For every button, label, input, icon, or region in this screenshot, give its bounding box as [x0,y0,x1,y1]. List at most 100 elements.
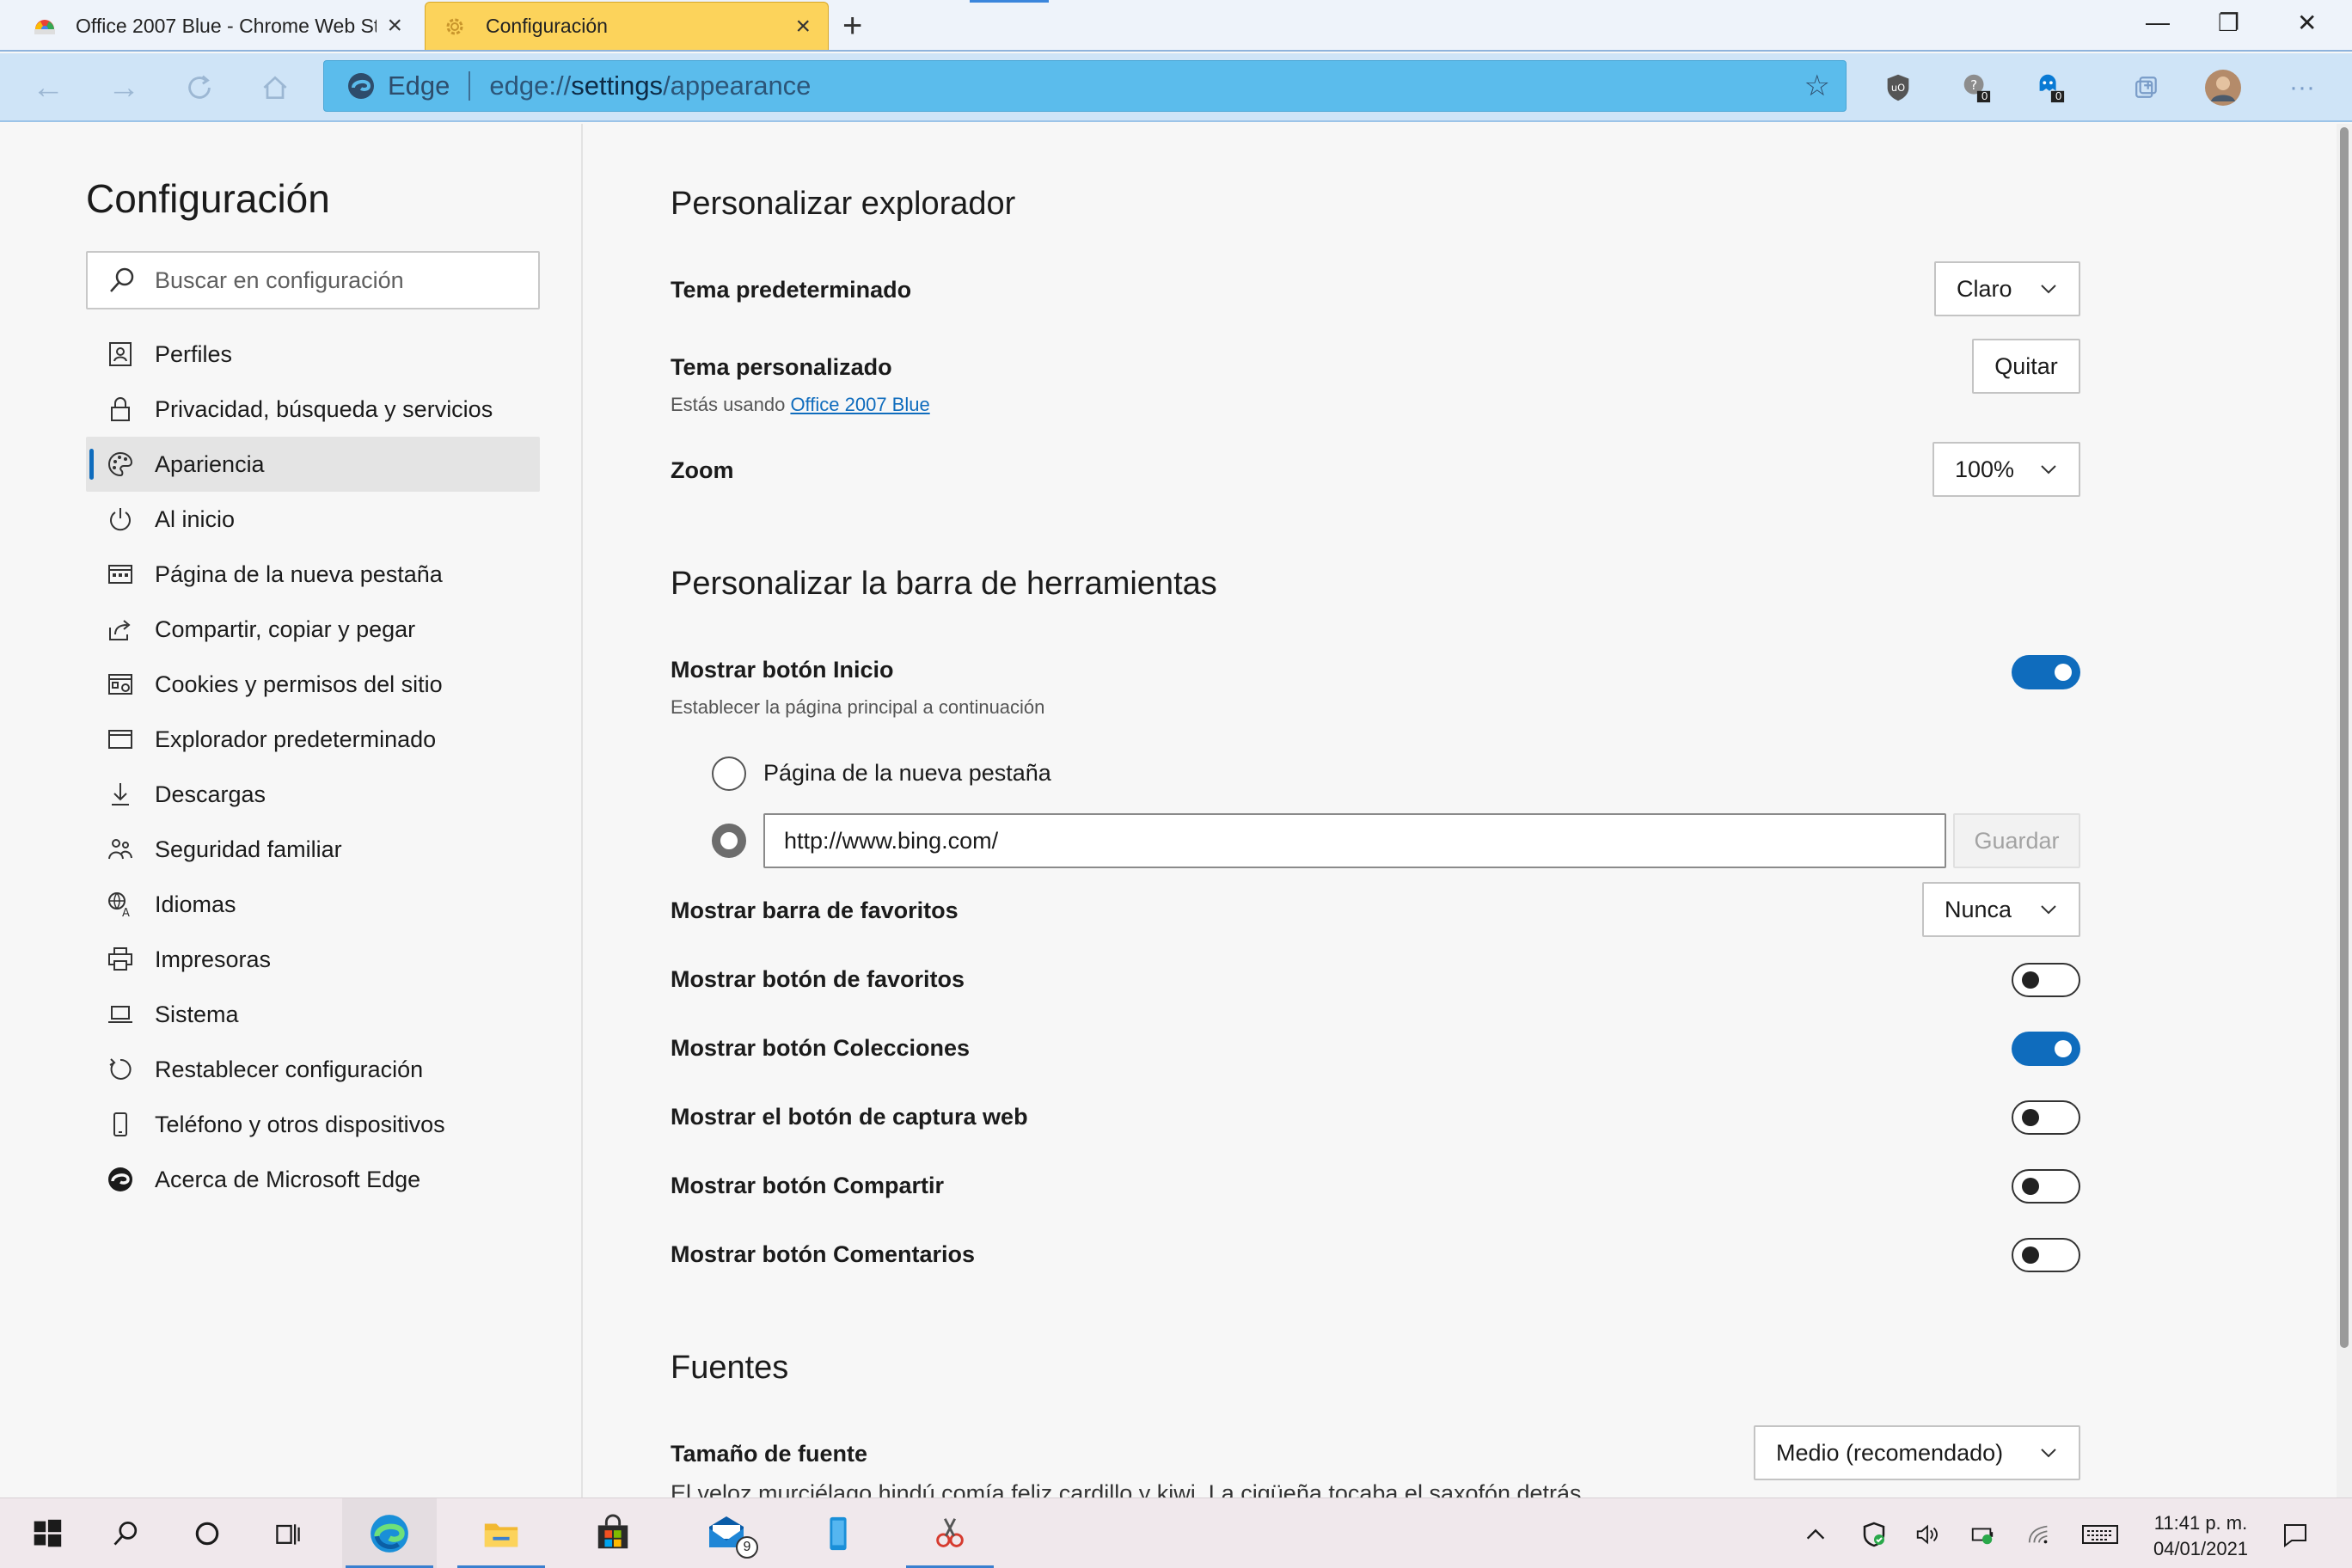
clock-time: 11:41 p. m. [2153,1512,2248,1534]
scrollbar-thumb[interactable] [2340,127,2349,1348]
tab-office-2007-blue[interactable]: Office 2007 Blue - Chrome Web Store × [15,2,420,50]
sidebar-item-al-inicio[interactable]: Al inicio [86,492,540,547]
tab-title: Configuración [486,15,608,37]
chevron-down-icon [2041,905,2056,915]
refresh-icon[interactable] [177,65,222,110]
profile-icon [105,339,136,370]
minimize-icon[interactable]: — [2146,9,2170,36]
toggle-knob [2022,1246,2039,1264]
sidebar-item-cookies[interactable]: Cookies y permisos del sitio [86,657,540,712]
language-icon: A [105,889,136,920]
new-tab-plus-icon[interactable]: + [842,7,862,46]
favorite-star-icon[interactable]: ☆ [1804,69,1830,103]
security-shield-icon[interactable] [1857,1519,1891,1550]
sidebar-item-privacidad[interactable]: Privacidad, búsqueda y servicios [86,382,540,437]
custom-theme-link[interactable]: Office 2007 Blue [790,394,929,415]
extension-help-icon[interactable]: ? 0 [1957,69,1994,107]
remove-theme-button[interactable]: Quitar [1972,339,2080,394]
extension-ghost-icon[interactable]: 0 [2030,69,2068,107]
more-menu-icon[interactable]: ··· [2283,69,2321,107]
sidebar-item-restablecer[interactable]: Restablecer configuración [86,1042,540,1097]
vertical-scrollbar[interactable] [2337,124,2352,1498]
file-explorer-icon[interactable] [454,1498,548,1568]
toggle-favorites-button-label: Mostrar botón de favoritos [671,966,965,992]
forward-arrow-icon[interactable]: → [101,65,146,110]
sidebar-item-impresoras[interactable]: Impresoras [86,932,540,987]
sidebar-item-descargas[interactable]: Descargas [86,767,540,822]
save-home-url-button[interactable]: Guardar [1953,813,2080,868]
chevron-down-icon [2041,1449,2056,1458]
radio-new-tab-page[interactable] [712,756,746,791]
settings-sidebar: Configuración Perfiles Privacidad, búsqu… [0,124,583,1498]
settings-search-box[interactable] [86,251,540,309]
sidebar-item-explorador[interactable]: Explorador predeterminado [86,712,540,767]
default-theme-dropdown[interactable]: Claro [1934,261,2080,316]
radio-custom-url[interactable] [712,824,746,858]
feedback-button-toggle[interactable] [2012,1238,2080,1272]
wifi-icon[interactable] [2022,1519,2056,1550]
show-hidden-icons-chevron[interactable] [1798,1519,1833,1550]
zoom-dropdown[interactable]: 100% [1932,442,2080,497]
notifications-icon[interactable] [2278,1519,2312,1550]
address-bar[interactable]: Edge edge://settings/appearance ☆ [323,60,1847,112]
web-capture-toggle[interactable] [2012,1100,2080,1135]
close-tab-icon[interactable]: × [387,13,402,39]
home-url-input[interactable] [763,813,1946,868]
sidebar-item-label: Privacidad, búsqueda y servicios [155,395,493,422]
sidebar-item-nueva-pestana[interactable]: Página de la nueva pestaña [86,547,540,602]
snipping-tool-icon[interactable] [903,1498,997,1568]
sidebar-item-acerca-de[interactable]: Acerca de Microsoft Edge [86,1152,540,1207]
font-sample-text: El veloz murciélago hindú comía feliz ca… [671,1480,1582,1498]
sidebar-item-compartir[interactable]: Compartir, copiar y pegar [86,602,540,657]
settings-nav: Perfiles Privacidad, búsqueda y servicio… [86,327,540,1207]
sidebar-item-idiomas[interactable]: A Idiomas [86,877,540,932]
back-arrow-icon[interactable]: ← [26,65,70,110]
profile-avatar[interactable] [2204,69,2242,107]
sidebar-item-perfiles[interactable]: Perfiles [86,327,540,382]
mail-icon[interactable]: 9 [679,1498,774,1568]
sidebar-item-label: Descargas [155,781,266,807]
sidebar-item-label: Al inicio [155,505,236,532]
sidebar-item-label: Restablecer configuración [155,1056,424,1082]
browser-toolbar: ← → Edge edge://settings/appearance ☆ uO… [0,53,2352,122]
tab-configuracion[interactable]: Configuración × [425,2,829,50]
restore-icon[interactable]: ❐ [2218,9,2239,37]
extension-badge: 0 [2055,89,2062,102]
battery-icon[interactable] [1965,1519,2000,1550]
share-button-toggle[interactable] [2012,1169,2080,1204]
font-size-dropdown[interactable]: Medio (recomendado) [1754,1425,2080,1480]
home-icon[interactable] [253,65,297,110]
close-window-icon[interactable]: ✕ [2297,9,2317,37]
sidebar-item-label: Perfiles [155,340,233,367]
volume-icon[interactable] [1910,1519,1945,1550]
sidebar-title: Configuración [86,176,330,221]
close-tab-icon[interactable]: × [795,13,811,40]
collections-icon[interactable] [2127,69,2165,107]
home-button-toggle[interactable] [2012,655,2080,689]
collections-button-toggle[interactable] [2012,1032,2080,1066]
taskbar-edge-icon[interactable] [342,1498,437,1568]
favorites-bar-value: Nunca [1945,896,2012,922]
sidebar-item-sistema[interactable]: Sistema [86,987,540,1042]
tab-title: Office 2007 Blue - Chrome Web Store [76,14,377,37]
sidebar-item-telefono[interactable]: Teléfono y otros dispositivos [86,1097,540,1152]
custom-theme-label: Tema personalizado [671,354,892,380]
ublock-shield-icon[interactable]: uO [1879,69,1917,107]
phone-app-icon[interactable] [791,1498,885,1568]
search-input[interactable] [155,266,533,294]
favorites-button-toggle[interactable] [2012,963,2080,997]
chrome-web-store-icon [33,14,57,38]
family-icon [105,834,136,865]
cookies-icon [105,669,136,700]
chevron-down-icon [2041,285,2056,294]
taskbar-clock[interactable]: 11:41 p. m. 04/01/2021 [2123,1510,2278,1562]
keyboard-icon[interactable] [2079,1519,2122,1550]
toggle-knob [2022,971,2039,989]
sidebar-item-apariencia[interactable]: Apariencia [86,437,540,492]
sidebar-item-seguridad-familiar[interactable]: Seguridad familiar [86,822,540,877]
favorites-bar-dropdown[interactable]: Nunca [1922,882,2080,937]
store-icon[interactable] [566,1498,660,1568]
printer-icon [105,944,136,975]
laptop-icon [105,999,136,1030]
task-view-icon[interactable] [241,1498,335,1568]
